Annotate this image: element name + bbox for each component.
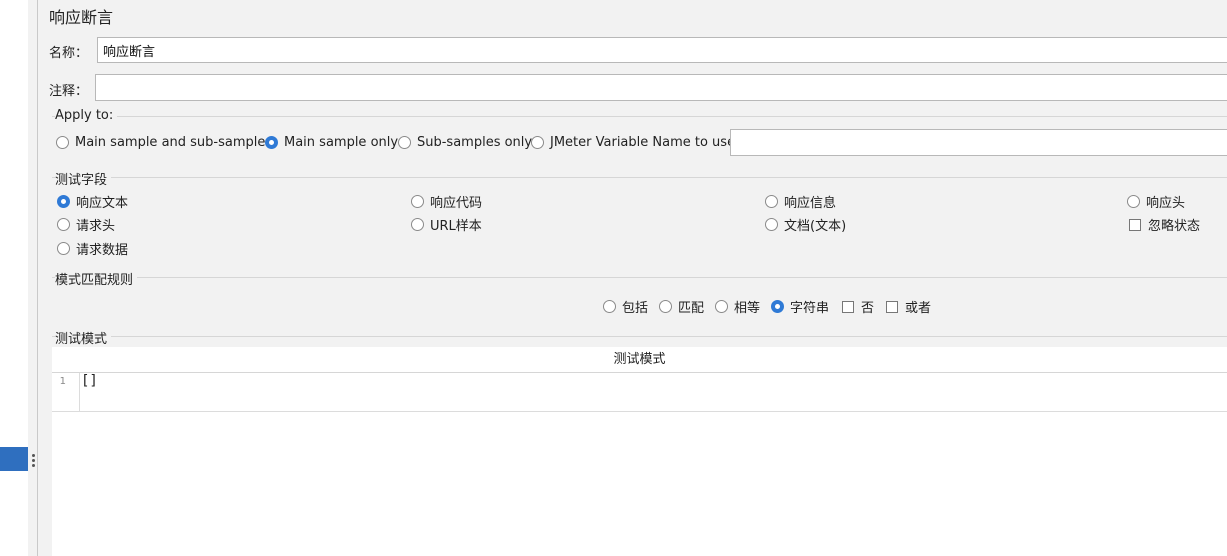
option-label: Main sample only <box>284 135 399 150</box>
name-label: 名称： <box>49 46 89 61</box>
option-label: 请求头 <box>76 219 116 234</box>
radio-icon <box>57 242 70 255</box>
field-response-code-radio[interactable]: 响应代码 <box>411 192 482 211</box>
radio-icon <box>411 218 424 231</box>
field-request-headers-radio[interactable]: 请求头 <box>57 215 115 234</box>
test-pattern-editor-line[interactable]: [] <box>80 373 1227 412</box>
checkbox-icon <box>842 300 854 313</box>
splitter-grip-icon[interactable] <box>32 454 35 468</box>
option-label: 相等 <box>734 301 761 316</box>
option-label: 响应文本 <box>76 196 129 211</box>
test-pattern-column-header: 测试模式 <box>52 347 1227 373</box>
option-label: Sub-samples only <box>417 135 533 150</box>
rule-matches-radio[interactable]: 匹配 <box>659 297 704 316</box>
option-label: 响应信息 <box>784 196 837 211</box>
tree-panel <box>0 0 28 556</box>
option-label: 响应代码 <box>430 196 483 211</box>
test-pattern-divider <box>52 336 1227 338</box>
radio-icon <box>659 300 672 313</box>
line-number: 1 <box>59 376 66 387</box>
option-label: Main sample and sub-samples <box>75 135 273 150</box>
pattern-rule-divider <box>52 277 1227 279</box>
field-response-headers-radio[interactable]: 响应头 <box>1127 192 1185 211</box>
radio-icon <box>56 136 69 149</box>
radio-icon <box>398 136 411 149</box>
radio-selected-icon <box>265 136 278 149</box>
panel-splitter[interactable] <box>28 0 38 556</box>
radio-selected-icon <box>771 300 784 313</box>
apply-to-divider <box>52 116 1227 118</box>
pattern-rule-title: 模式匹配规则 <box>55 269 138 288</box>
name-field[interactable] <box>97 37 1227 63</box>
option-label: 请求数据 <box>76 243 129 258</box>
test-field-divider <box>52 177 1227 179</box>
rule-contains-radio[interactable]: 包括 <box>603 297 648 316</box>
rule-equals-radio[interactable]: 相等 <box>715 297 760 316</box>
rule-substring-radio[interactable]: 字符串 <box>771 297 829 316</box>
apply-jmeter-variable-radio[interactable]: JMeter Variable Name to use <box>531 135 735 150</box>
ignore-status-checkbox[interactable]: 忽略状态 <box>1129 215 1200 234</box>
option-label: 包括 <box>622 301 649 316</box>
tree-selected-item[interactable] <box>0 447 28 471</box>
test-pattern-text: [] <box>81 373 98 389</box>
option-label: 文档(文本) <box>784 219 847 234</box>
test-field-title: 测试字段 <box>55 169 112 188</box>
field-request-data-radio[interactable]: 请求数据 <box>57 239 128 258</box>
option-label: JMeter Variable Name to use <box>550 135 736 150</box>
option-label: URL样本 <box>430 219 482 234</box>
radio-icon <box>531 136 544 149</box>
test-pattern-title: 测试模式 <box>55 328 112 347</box>
field-response-message-radio[interactable]: 响应信息 <box>765 192 836 211</box>
radio-icon <box>765 195 778 208</box>
field-response-text-radio[interactable]: 响应文本 <box>57 192 128 211</box>
radio-icon <box>411 195 424 208</box>
option-label: 或者 <box>905 301 932 316</box>
field-url-sample-radio[interactable]: URL样本 <box>411 215 482 234</box>
comment-label: 注释： <box>49 84 89 99</box>
option-label: 字符串 <box>790 301 830 316</box>
checkbox-icon <box>886 300 898 313</box>
rule-not-checkbox[interactable]: 否 <box>842 297 874 316</box>
radio-icon <box>603 300 616 313</box>
radio-icon <box>765 218 778 231</box>
radio-icon <box>1127 195 1140 208</box>
option-label: 否 <box>861 301 875 316</box>
checkbox-icon <box>1129 218 1141 231</box>
jmeter-variable-field[interactable] <box>730 129 1227 156</box>
option-label: 忽略状态 <box>1148 219 1201 234</box>
apply-main-only-radio[interactable]: Main sample only <box>265 135 398 150</box>
radio-selected-icon <box>57 195 70 208</box>
radio-icon <box>57 218 70 231</box>
option-label: 匹配 <box>678 301 705 316</box>
radio-icon <box>715 300 728 313</box>
line-number-gutter: 1 <box>52 373 80 412</box>
test-pattern-table: 测试模式 1 [] <box>52 347 1227 556</box>
rule-or-checkbox[interactable]: 或者 <box>886 297 931 316</box>
apply-main-and-sub-radio[interactable]: Main sample and sub-samples <box>56 135 272 150</box>
field-document-text-radio[interactable]: 文档(文本) <box>765 215 846 234</box>
option-label: 响应头 <box>1146 196 1186 211</box>
comment-field[interactable] <box>95 74 1227 101</box>
page-title: 响应断言 <box>49 8 114 27</box>
apply-sub-only-radio[interactable]: Sub-samples only <box>398 135 532 150</box>
apply-to-title: Apply to: <box>55 108 118 123</box>
